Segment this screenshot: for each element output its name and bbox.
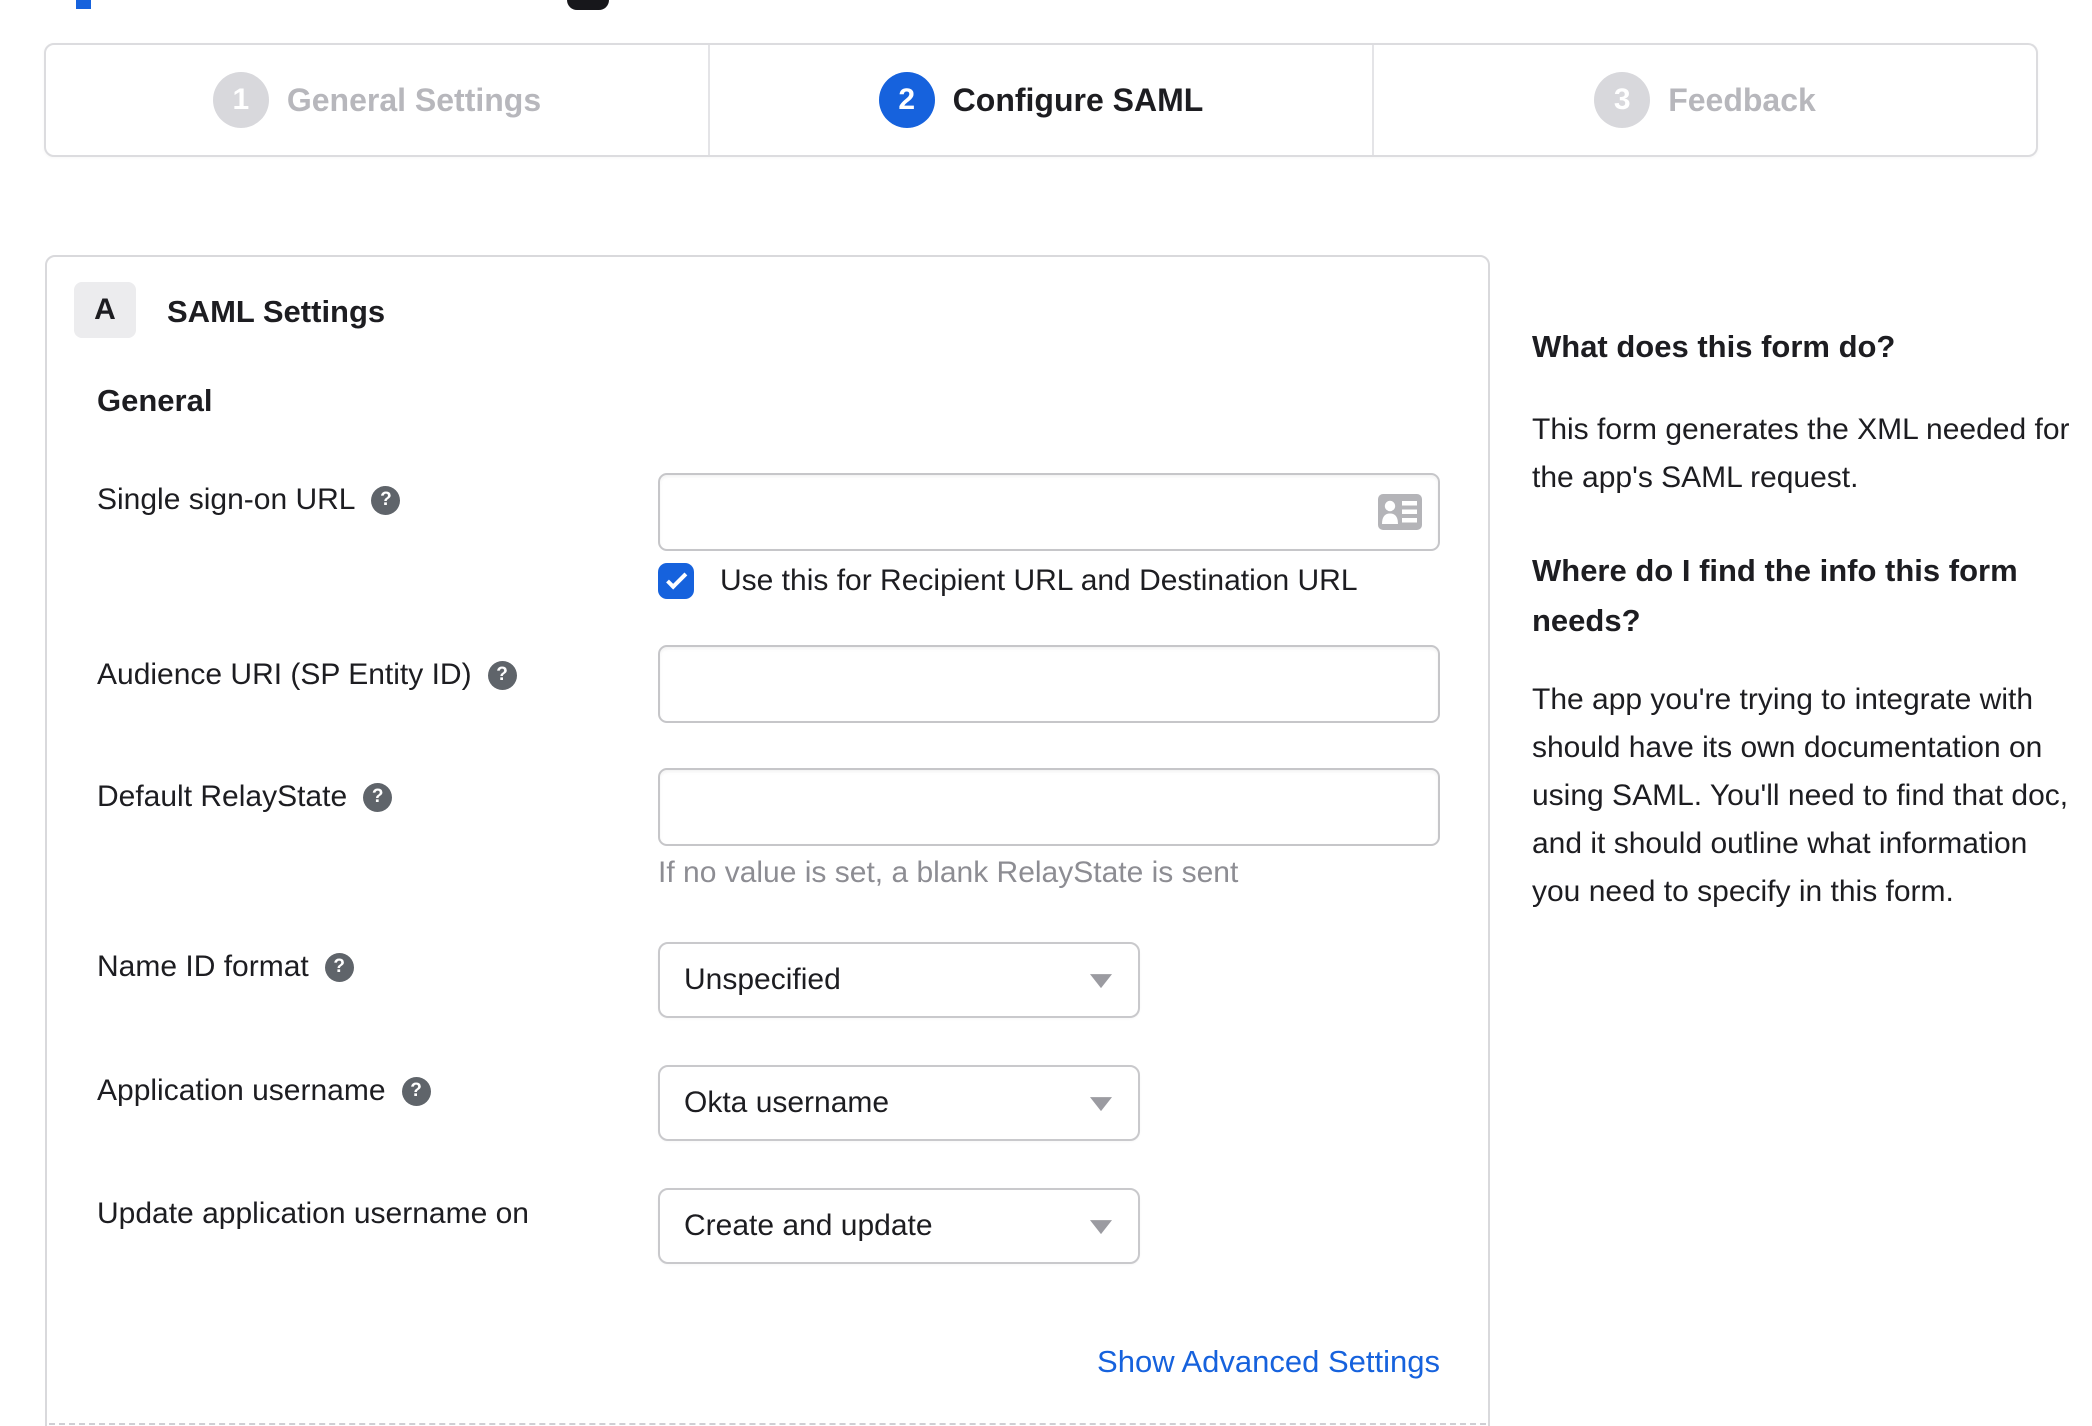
recipient-url-checkbox-row[interactable]: Use this for Recipient URL and Destinati… — [658, 563, 1358, 599]
name-id-format-select[interactable]: Unspecified — [658, 942, 1140, 1018]
sidebar-question-1: What does this form do? — [1532, 329, 1896, 364]
recipient-url-checkbox-label: Use this for Recipient URL and Destinati… — [720, 564, 1358, 597]
step-3-circle: 3 — [1594, 72, 1651, 128]
step-2-label: Configure SAML — [952, 81, 1204, 118]
step-3-label: Feedback — [1668, 81, 1816, 118]
help-sidebar: What does this form do? This form genera… — [1532, 322, 2072, 916]
section-title: SAML Settings — [167, 294, 386, 329]
relaystate-label-row: Default RelayState ? — [97, 780, 393, 814]
sso-url-label: Single sign-on URL — [97, 483, 356, 516]
help-icon[interactable]: ? — [363, 782, 393, 812]
chevron-down-icon — [1090, 1220, 1112, 1235]
relaystate-hint: If no value is set, a blank RelayState i… — [658, 856, 1239, 889]
relaystate-field-wrap — [658, 768, 1440, 846]
help-icon[interactable]: ? — [487, 660, 517, 690]
saml-settings-card: A SAML Settings General Single sign-on U… — [45, 255, 1490, 1426]
check-icon — [666, 568, 688, 590]
relaystate-label: Default RelayState — [97, 780, 348, 813]
group-title-general: General — [97, 383, 213, 418]
chevron-down-icon — [1090, 974, 1112, 989]
wizard-stepper: 1 General Settings 2 Configure SAML 3 Fe… — [44, 43, 2038, 157]
configure-saml-page: 1 General Settings 2 Configure SAML 3 Fe… — [0, 0, 2092, 1426]
update-username-label-row: Update application username on — [97, 1197, 529, 1231]
app-username-value: Okta username — [684, 1086, 890, 1119]
app-username-label: Application username — [97, 1074, 386, 1107]
section-badge-a: A — [74, 282, 136, 338]
cropped-logo-fragment — [76, 0, 91, 9]
audience-uri-label: Audience URI (SP Entity ID) — [97, 658, 472, 691]
audience-uri-field-wrap — [658, 645, 1440, 723]
step-1-circle: 1 — [212, 72, 269, 128]
help-icon[interactable]: ? — [401, 1076, 431, 1106]
name-id-format-label-row: Name ID format ? — [97, 950, 354, 984]
show-advanced-settings-link[interactable]: Show Advanced Settings — [1097, 1344, 1440, 1379]
audience-uri-input[interactable] — [660, 647, 1438, 721]
app-username-label-row: Application username ? — [97, 1074, 431, 1108]
app-username-select[interactable]: Okta username — [658, 1065, 1140, 1141]
advanced-link-wrap: Show Advanced Settings — [658, 1344, 1440, 1380]
name-id-format-value: Unspecified — [684, 963, 841, 996]
help-icon[interactable]: ? — [324, 952, 354, 982]
step-feedback[interactable]: 3 Feedback — [1372, 45, 2036, 155]
update-username-value: Create and update — [684, 1209, 933, 1242]
step-configure-saml[interactable]: 2 Configure SAML — [708, 45, 1372, 155]
step-2-circle: 2 — [878, 72, 935, 128]
relaystate-input[interactable] — [660, 770, 1438, 844]
help-icon[interactable]: ? — [371, 485, 401, 515]
contact-card-icon[interactable] — [1378, 494, 1422, 530]
sidebar-question-2: Where do I find the info this form needs… — [1532, 553, 2018, 638]
chevron-down-icon — [1090, 1097, 1112, 1112]
sidebar-answer-1: This form generates the XML needed for t… — [1532, 413, 2070, 494]
step-general-settings[interactable]: 1 General Settings — [46, 45, 708, 155]
recipient-url-checkbox[interactable] — [658, 563, 694, 599]
name-id-format-label: Name ID format — [97, 950, 309, 983]
cropped-title-fragment — [567, 0, 609, 10]
update-username-select[interactable]: Create and update — [658, 1188, 1140, 1264]
sso-url-input[interactable] — [660, 475, 1438, 549]
audience-uri-label-row: Audience URI (SP Entity ID) ? — [97, 658, 517, 692]
section-dashed-divider — [49, 1423, 1486, 1425]
sso-url-field-wrap — [658, 473, 1440, 551]
sidebar-answer-2: The app you're trying to integrate with … — [1532, 683, 2069, 908]
sso-url-label-row: Single sign-on URL ? — [97, 483, 401, 517]
update-username-label: Update application username on — [97, 1197, 529, 1230]
step-1-label: General Settings — [286, 81, 542, 118]
